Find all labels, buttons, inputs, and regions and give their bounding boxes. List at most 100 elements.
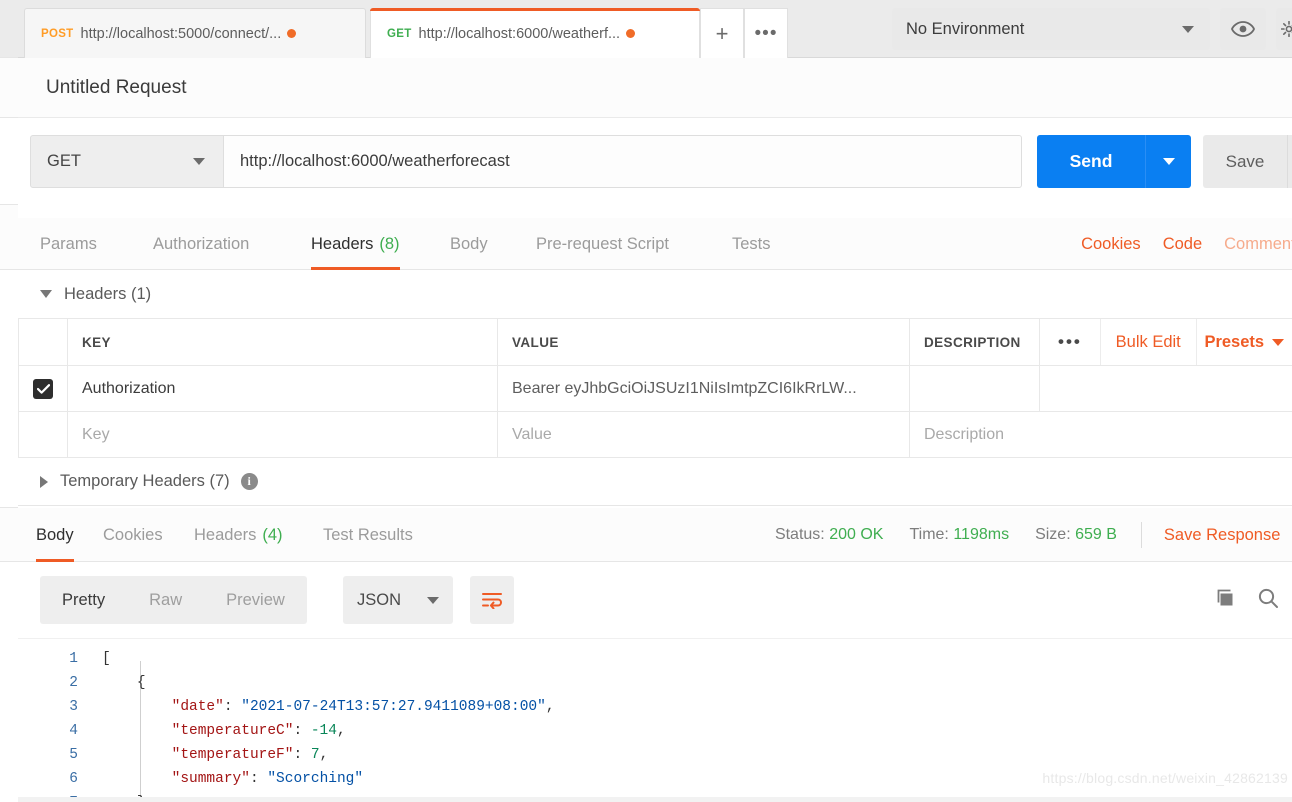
request-tab-strip: POST http://localhost:5000/connect/... G… [18, 0, 1292, 58]
copy-button[interactable] [1214, 586, 1238, 615]
code-token: "2021-07-24T13:57:27.9411089+08:00" [241, 699, 546, 715]
request-tab-post[interactable]: POST http://localhost:5000/connect/... [24, 8, 366, 58]
save-response-label: Save Response [1163, 525, 1281, 544]
response-format-selector[interactable]: JSON [343, 576, 453, 624]
request-utility-links: Cookies Code Comments ( [1059, 218, 1292, 270]
environment-label: No Environment [906, 19, 1025, 38]
wrap-lines-button[interactable] [470, 576, 514, 624]
code-line: "summary": "Scorching" [102, 767, 555, 791]
presets-button[interactable]: Presets [1197, 319, 1292, 365]
response-tab-test-results[interactable]: Test Results [323, 508, 413, 562]
settings-button[interactable] [1276, 8, 1292, 50]
row-key-placeholder[interactable]: Key [67, 411, 498, 458]
row-value[interactable]: Bearer eyJhbGciOiJSUzI1NiIsImtpZCI6IkRrL… [497, 365, 910, 412]
line-number: 3 [69, 699, 78, 715]
status-badge: Status: 200 OK [775, 526, 884, 544]
unsaved-dot-icon [626, 29, 636, 38]
bulk-edit-button[interactable]: Bulk Edit [1101, 319, 1197, 365]
time-label: Time: [909, 526, 949, 543]
response-actions [1196, 576, 1280, 624]
row-value-placeholder[interactable]: Value [497, 411, 910, 458]
left-rail [0, 0, 18, 802]
wrap-text-icon [482, 593, 502, 609]
new-tab-button[interactable]: + [700, 8, 744, 58]
status-label: Status: [774, 526, 825, 543]
watermark: https://blog.csdn.net/weixin_42862139 [1042, 770, 1288, 786]
save-response-button[interactable]: Save Response [1164, 526, 1292, 545]
temporary-headers-label: Temporary Headers (7) [60, 472, 230, 490]
request-tab-get[interactable]: GET http://localhost:6000/weatherf... [370, 8, 700, 58]
row-key[interactable]: Authorization [67, 365, 498, 412]
headers-table: KEY VALUE DESCRIPTION ••• Bulk Edit Pres… [18, 318, 1292, 458]
send-label: Send [1069, 151, 1113, 171]
tab-label: Test Results [323, 525, 413, 544]
row-description-placeholder[interactable]: Description [909, 411, 1040, 458]
comments-link[interactable]: Comments ( [1224, 235, 1292, 254]
tab-label: Headers [194, 525, 257, 544]
environment-selector[interactable]: No Environment [892, 8, 1210, 50]
search-button[interactable] [1256, 586, 1280, 615]
row-checkbox-cell[interactable] [18, 411, 68, 458]
tab-label: Headers [311, 234, 374, 253]
save-button[interactable]: Save [1203, 135, 1287, 188]
code-token: : [293, 723, 311, 739]
row-description[interactable] [909, 365, 1040, 412]
view-mode-pretty[interactable]: Pretty [40, 576, 127, 624]
tab-count: (8) [379, 234, 400, 253]
line-number: 2 [69, 675, 78, 691]
tab-tests[interactable]: Tests [732, 218, 771, 270]
table-header-row: KEY VALUE DESCRIPTION ••• Bulk Edit Pres… [18, 318, 1292, 366]
response-tab-body[interactable]: Body [36, 508, 74, 562]
view-mode-preview[interactable]: Preview [204, 576, 307, 624]
code-line: [ [102, 647, 555, 671]
ellipsis-icon: ••• [754, 22, 778, 44]
postman-window: POST http://localhost:5000/connect/... G… [0, 0, 1292, 802]
code-token: "Scorching" [267, 771, 364, 787]
code-token: : [293, 747, 311, 763]
format-label: JSON [357, 590, 402, 609]
response-meta: Status: 200 OK Time: 1198ms Size: 659 B … [749, 508, 1292, 562]
view-mode-raw[interactable]: Raw [127, 576, 204, 624]
headers-more-button[interactable]: ••• [1040, 319, 1101, 365]
tab-authorization[interactable]: Authorization [153, 218, 249, 270]
code-link[interactable]: Code [1163, 235, 1202, 254]
code-token: [ [102, 651, 111, 667]
plus-icon: + [715, 20, 729, 46]
chevron-down-icon [427, 596, 439, 604]
code-token: , [336, 723, 346, 739]
code-token: "temperatureF" [171, 747, 294, 763]
tab-options-button[interactable]: ••• [744, 8, 788, 58]
send-options-button[interactable] [1145, 135, 1191, 188]
page-title: Untitled Request [46, 76, 187, 98]
cookies-link[interactable]: Cookies [1081, 235, 1141, 254]
header-cell-value: VALUE [497, 318, 910, 366]
horizontal-scrollbar[interactable] [18, 797, 1292, 802]
send-button[interactable]: Send [1037, 135, 1145, 188]
tab-headers[interactable]: Headers (8) [311, 218, 400, 270]
tab-body[interactable]: Body [450, 218, 488, 270]
http-method-selector[interactable]: GET [30, 135, 224, 188]
temporary-headers-toggle[interactable]: Temporary Headers (7) i [18, 458, 1292, 506]
tab-params[interactable]: Params [40, 218, 97, 270]
headers-collapse-toggle[interactable]: Headers (1) [18, 270, 1292, 318]
row-checkbox-cell[interactable] [18, 365, 68, 412]
table-row[interactable]: Authorization Bearer eyJhbGciOiJSUzI1NiI… [18, 365, 1292, 412]
environment-quick-look-button[interactable] [1220, 8, 1266, 50]
code-lines: [ { "date": "2021-07-24T13:57:27.9411089… [102, 647, 555, 802]
code-token: : [249, 771, 268, 787]
row-tools [1039, 365, 1292, 412]
tab-pre-request-script[interactable]: Pre-request Script [536, 218, 669, 270]
header-cell-description: DESCRIPTION [909, 318, 1040, 366]
response-tab-cookies[interactable]: Cookies [103, 508, 163, 562]
info-icon[interactable]: i [240, 473, 258, 490]
save-options-button[interactable] [1287, 135, 1292, 188]
url-input[interactable]: http://localhost:6000/weatherforecast [224, 135, 1022, 188]
tab-label: Pre-request Script [536, 234, 669, 253]
table-row-placeholder[interactable]: Key Value Description [18, 411, 1292, 458]
response-tab-headers[interactable]: Headers (4) [194, 508, 283, 562]
gear-icon [1281, 21, 1292, 37]
tab-count: (4) [262, 525, 283, 544]
line-number: 5 [69, 747, 78, 763]
code-token: { [136, 675, 146, 691]
checkbox-checked-icon[interactable] [33, 378, 53, 399]
